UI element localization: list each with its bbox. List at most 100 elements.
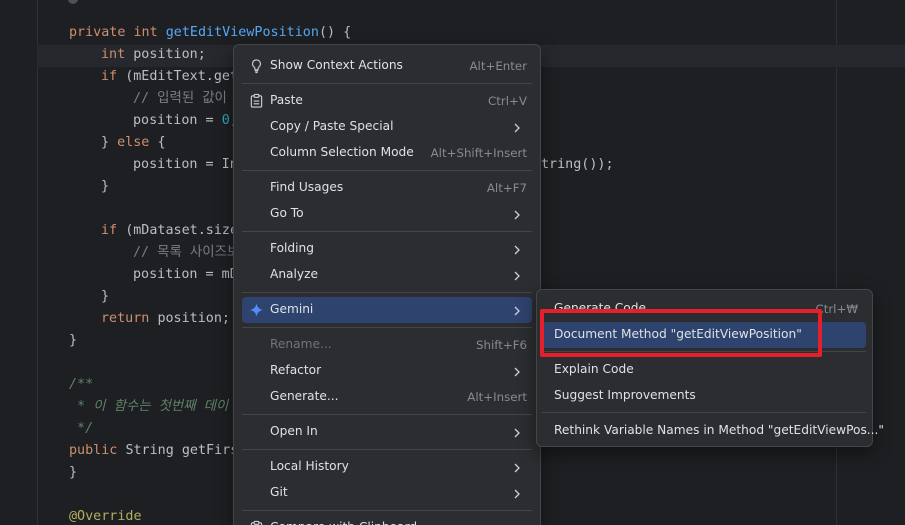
code-token: */	[69, 421, 94, 436]
code-line: }	[69, 330, 77, 352]
code-token: int	[101, 47, 134, 62]
menu-item-label: Generate...	[270, 389, 339, 403]
menu-item-compare-with-clipboard[interactable]: Compare with Clipboard	[242, 515, 532, 525]
code-line: position = In	[133, 154, 238, 176]
code-token: * 이 함수는 첫번째 데이	[69, 399, 229, 414]
code-line: position = mD	[133, 264, 238, 286]
code-line: }	[101, 176, 109, 198]
submenu-item-explain-code[interactable]: Explain Code	[542, 357, 866, 383]
menu-separator	[242, 414, 532, 415]
menu-item-copy-paste-special[interactable]: Copy / Paste Special	[242, 114, 532, 140]
menu-item-label: Find Usages	[270, 180, 344, 194]
menu-separator	[242, 83, 532, 84]
menu-separator	[242, 510, 532, 511]
chevron-right-icon	[513, 242, 521, 256]
code-line: if (mEditText.get	[101, 66, 238, 88]
lightbulb-icon	[249, 58, 264, 74]
menu-item-shortcut: Alt+F7	[486, 181, 527, 195]
menu-item-shortcut: Alt+Shift+Insert	[430, 146, 527, 160]
menu-separator	[242, 449, 532, 450]
code-token: position =	[133, 113, 222, 128]
submenu-item-rethink-variable-names-in-method-getedit[interactable]: Rethink Variable Names in Method "getEdi…	[542, 418, 884, 444]
code-token: // 입력된 값이	[133, 91, 227, 106]
code-token: /**	[69, 377, 94, 392]
code-token: if	[101, 69, 126, 84]
menu-item-generate[interactable]: Generate... Alt+Insert	[242, 384, 532, 410]
code-line: // 목록 사이즈보	[133, 242, 239, 264]
menu-item-label: Go To	[270, 206, 304, 220]
menu-item-paste[interactable]: Paste Ctrl+V	[242, 88, 532, 114]
code-token: private	[69, 25, 134, 40]
code-token: (mEditText.get	[125, 69, 239, 84]
chevron-right-icon	[513, 268, 521, 282]
code-line: } else {	[101, 132, 166, 154]
code-token: int	[133, 25, 166, 40]
menu-item-git[interactable]: Git	[242, 480, 532, 506]
code-token: String getFirs	[125, 443, 239, 458]
code-token: (mDataset.size	[125, 223, 239, 238]
menu-separator	[242, 292, 532, 293]
code-line: tring());	[541, 154, 614, 176]
submenu-item-suggest-improvements[interactable]: Suggest Improvements	[542, 383, 866, 409]
menu-item-label: Open In	[270, 424, 318, 438]
code-token: position;	[133, 47, 206, 62]
code-token: 0	[221, 113, 230, 128]
code-token: }	[69, 465, 78, 480]
submenu-item-label: Suggest Improvements	[554, 388, 696, 402]
menu-item-shortcut: Alt+Insert	[467, 390, 527, 404]
submenu-item-label: Explain Code	[554, 362, 634, 376]
menu-item-local-history[interactable]: Local History	[242, 454, 532, 480]
code-line: }	[101, 286, 109, 308]
menu-separator	[242, 327, 532, 328]
code-token: if	[101, 223, 126, 238]
menu-item-shortcut: Ctrl+V	[488, 94, 527, 108]
code-line: // 입력된 값이	[133, 88, 227, 110]
code-token: return	[101, 311, 158, 326]
menu-item-label: Gemini	[270, 302, 314, 316]
code-token: position = In	[133, 157, 238, 172]
menu-item-column-selection-mode[interactable]: Column Selection Mode Alt+Shift+Insert	[242, 140, 532, 166]
code-token: @Override	[69, 509, 142, 524]
menu-item-go-to[interactable]: Go To	[242, 201, 532, 227]
menu-item-rename: Rename... Shift+F6	[242, 332, 532, 358]
menu-item-shortcut: Shift+F6	[476, 338, 527, 352]
menu-item-refactor[interactable]: Refactor	[242, 358, 532, 384]
menu-item-open-in[interactable]: Open In	[242, 419, 532, 445]
code-line: private int getEditViewPosition() {	[69, 22, 351, 44]
code-token: }	[101, 289, 110, 304]
menu-item-find-usages[interactable]: Find Usages Alt+F7	[242, 175, 532, 201]
code-line: @Override	[69, 506, 142, 525]
menu-item-folding[interactable]: Folding	[242, 236, 532, 262]
menu-item-label: Rename...	[270, 337, 332, 351]
chevron-right-icon	[513, 486, 521, 500]
code-line: }	[69, 462, 77, 484]
code-token: // 목록 사이즈보	[133, 245, 240, 260]
menu-item-analyze[interactable]: Analyze	[242, 262, 532, 288]
annotation-highlight-box	[540, 309, 822, 357]
menu-item-label: Compare with Clipboard	[270, 520, 417, 525]
code-line: * 이 함수는 첫번째 데이	[69, 396, 228, 418]
code-line: return position;	[101, 308, 230, 330]
code-token: tring());	[541, 157, 614, 172]
code-line: /**	[69, 374, 93, 396]
chevron-right-icon	[513, 303, 521, 317]
code-token: getEditViewPosition	[165, 25, 319, 40]
code-line: public String getFirs	[69, 440, 238, 462]
code-line: if (mDataset.size	[101, 220, 238, 242]
code-token: position = mD	[133, 267, 238, 282]
gutter-marker	[68, 0, 78, 4]
menu-item-gemini[interactable]: Gemini	[242, 297, 532, 323]
chevron-right-icon	[513, 207, 521, 221]
menu-item-shortcut: Alt+Enter	[469, 59, 527, 73]
chevron-right-icon	[513, 425, 521, 439]
code-token: public	[69, 443, 126, 458]
code-line: position = 0;	[133, 110, 238, 132]
indent-guide	[37, 0, 38, 525]
menu-separator	[242, 231, 532, 232]
menu-item-show-context-actions[interactable]: Show Context Actions Alt+Enter	[242, 53, 532, 79]
code-token: () {	[318, 25, 352, 40]
menu-item-label: Show Context Actions	[270, 58, 403, 72]
gemini-sparkle-icon	[249, 302, 264, 318]
menu-item-label: Refactor	[270, 363, 322, 377]
menu-item-label: Git	[270, 485, 288, 499]
